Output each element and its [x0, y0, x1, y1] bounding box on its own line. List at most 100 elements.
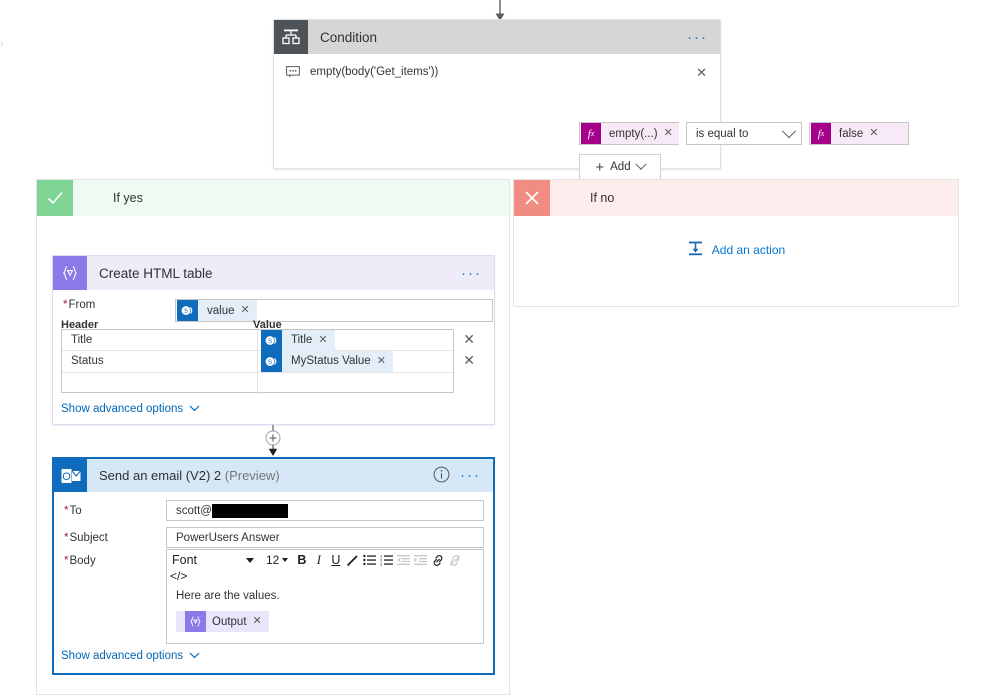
chevron-down-icon: [189, 650, 200, 662]
font-size-value: 12: [266, 553, 280, 567]
condition-left-token-remove[interactable]: ✕: [664, 128, 673, 139]
condition-expression-close-icon[interactable]: ✕: [696, 66, 707, 79]
link-icon[interactable]: [429, 551, 446, 570]
plus-icon: +: [595, 158, 605, 176]
create-html-table-title: Create HTML table: [99, 265, 213, 281]
kv-value-cell-empty[interactable]: [258, 373, 453, 394]
to-field-label: *To: [64, 505, 82, 517]
checkmark-icon: [37, 180, 73, 216]
body-output-token-label: Output: [212, 615, 247, 628]
subject-label-text: Subject: [69, 532, 108, 544]
body-output-token[interactable]: Output ✕: [176, 611, 269, 632]
table-row[interactable]: Title S Title ✕ ✕: [62, 329, 475, 352]
send-email-card[interactable]: O Send an email (V2) 2 (Preview) ··· *To…: [52, 457, 495, 675]
body-output-token-remove-icon[interactable]: ✕: [253, 616, 262, 627]
send-email-preview-tag: (Preview): [224, 468, 280, 483]
create-html-table-menu-button[interactable]: ···: [461, 266, 482, 281]
subject-input[interactable]: PowerUsers Answer: [166, 527, 484, 548]
branch-if-no-header: If no: [514, 180, 958, 216]
from-input[interactable]: S value ✕: [175, 299, 493, 322]
condition-right-token[interactable]: false ✕: [831, 123, 908, 144]
condition-menu-button[interactable]: ···: [687, 30, 708, 45]
data-operation-icon: [53, 256, 87, 290]
condition-left-token[interactable]: empty(...) ✕: [601, 123, 679, 144]
body-output-token-wrap: Output ✕: [176, 611, 269, 632]
from-token[interactable]: value ✕: [198, 300, 257, 321]
kv-value-token-remove-icon[interactable]: ✕: [377, 355, 386, 367]
kv-value-cell[interactable]: S Title ✕: [258, 329, 453, 351]
italic-button[interactable]: I: [310, 551, 327, 570]
send-email-title: Send an email (V2) 2 (Preview): [99, 468, 433, 483]
kv-key-cell[interactable]: Title: [62, 330, 258, 351]
body-text-content[interactable]: Here are the values.: [176, 590, 280, 602]
condition-card-header[interactable]: Condition ···: [274, 20, 720, 54]
underline-button[interactable]: U: [327, 551, 344, 570]
email-show-advanced-label: Show advanced options: [61, 650, 184, 662]
condition-operator-label: is equal to: [696, 127, 749, 140]
from-token-label: value: [207, 304, 235, 317]
sharepoint-icon: S: [177, 300, 198, 321]
to-redaction-block: [211, 503, 288, 518]
kv-grid: Title S Title ✕ ✕ Status S MyStatus Valu…: [61, 329, 475, 394]
connector-add-step[interactable]: [255, 425, 291, 457]
bullet-list-icon[interactable]: [361, 551, 378, 570]
add-button-label: Add: [610, 161, 631, 173]
kv-value-cell[interactable]: S MyStatus Value ✕: [258, 350, 453, 372]
condition-right-operand[interactable]: fx false ✕: [809, 122, 909, 145]
add-an-action-button[interactable]: Add an action: [514, 240, 958, 260]
font-family-select[interactable]: Font: [167, 553, 260, 567]
bold-button[interactable]: B: [293, 551, 310, 570]
svg-text:3: 3: [380, 561, 383, 566]
html-table-show-advanced-options[interactable]: Show advanced options: [61, 403, 200, 415]
body-field-label: *Body: [64, 555, 96, 567]
send-email-card-header[interactable]: O Send an email (V2) 2 (Preview) ···: [54, 459, 493, 492]
body-rich-text-editor[interactable]: Font 12 B I U 1 2 3 </> Here are the val…: [166, 549, 484, 644]
chevron-down-icon: [781, 123, 797, 138]
info-icon[interactable]: [433, 466, 450, 486]
send-email-title-text: Send an email (V2) 2: [99, 468, 222, 483]
indent-icon: [412, 551, 429, 570]
add-condition-button[interactable]: + Add: [579, 154, 661, 180]
svg-text:S: S: [184, 309, 188, 315]
send-email-menu-button[interactable]: ···: [460, 468, 481, 483]
expression-comment-icon: [286, 66, 300, 78]
from-field-row: *From S value ✕: [63, 299, 493, 322]
add-action-icon: [687, 240, 704, 260]
from-field-label: *From: [63, 299, 95, 311]
pen-highlight-icon[interactable]: [344, 551, 361, 570]
close-x-icon: [514, 180, 550, 216]
kv-key-cell-empty[interactable]: [62, 372, 258, 394]
table-row[interactable]: [62, 372, 453, 394]
svg-text:S: S: [268, 360, 272, 366]
to-label-text: To: [69, 505, 82, 517]
condition-operand-row: fx empty(...) ✕ is equal to fx false ✕: [579, 122, 909, 145]
kv-value-token[interactable]: Title ✕: [282, 329, 335, 351]
subject-field-label: *Subject: [64, 532, 108, 544]
from-token-remove-icon[interactable]: ✕: [241, 305, 250, 316]
html-table-show-advanced-label: Show advanced options: [61, 403, 184, 415]
numbered-list-icon[interactable]: 1 2 3: [378, 551, 395, 570]
kv-value-token[interactable]: MyStatus Value ✕: [282, 350, 393, 372]
kv-key-cell[interactable]: Status: [62, 351, 258, 372]
email-show-advanced-options[interactable]: Show advanced options: [61, 650, 200, 662]
condition-card[interactable]: Condition ··· empty(body('Get_items')) ✕…: [273, 19, 909, 180]
condition-left-operand[interactable]: fx empty(...) ✕: [579, 122, 679, 145]
branch-if-yes-header: If yes: [37, 180, 509, 216]
code-view-button[interactable]: </>: [170, 569, 187, 583]
kv-value-token-remove-icon[interactable]: ✕: [318, 334, 327, 346]
to-input[interactable]: scott@: [166, 500, 484, 521]
chevron-down-icon: [282, 558, 289, 562]
font-size-select[interactable]: 12: [266, 553, 289, 567]
required-star: *: [64, 505, 69, 517]
kv-row-delete-icon[interactable]: ✕: [463, 353, 475, 367]
condition-operator-select[interactable]: is equal to: [686, 122, 802, 145]
branch-if-yes-label: If yes: [113, 191, 143, 205]
condition-right-token-remove[interactable]: ✕: [869, 128, 878, 139]
from-label-text: From: [68, 299, 96, 311]
condition-right-token-label: false: [839, 127, 864, 140]
kv-row-delete-icon[interactable]: ✕: [463, 332, 475, 346]
fx-icon-left: fx: [581, 123, 601, 144]
rich-text-toolbar: Font 12 B I U 1 2 3: [167, 550, 483, 570]
create-html-table-header[interactable]: Create HTML table ···: [53, 256, 494, 290]
table-row[interactable]: Status S MyStatus Value ✕ ✕: [62, 350, 475, 373]
